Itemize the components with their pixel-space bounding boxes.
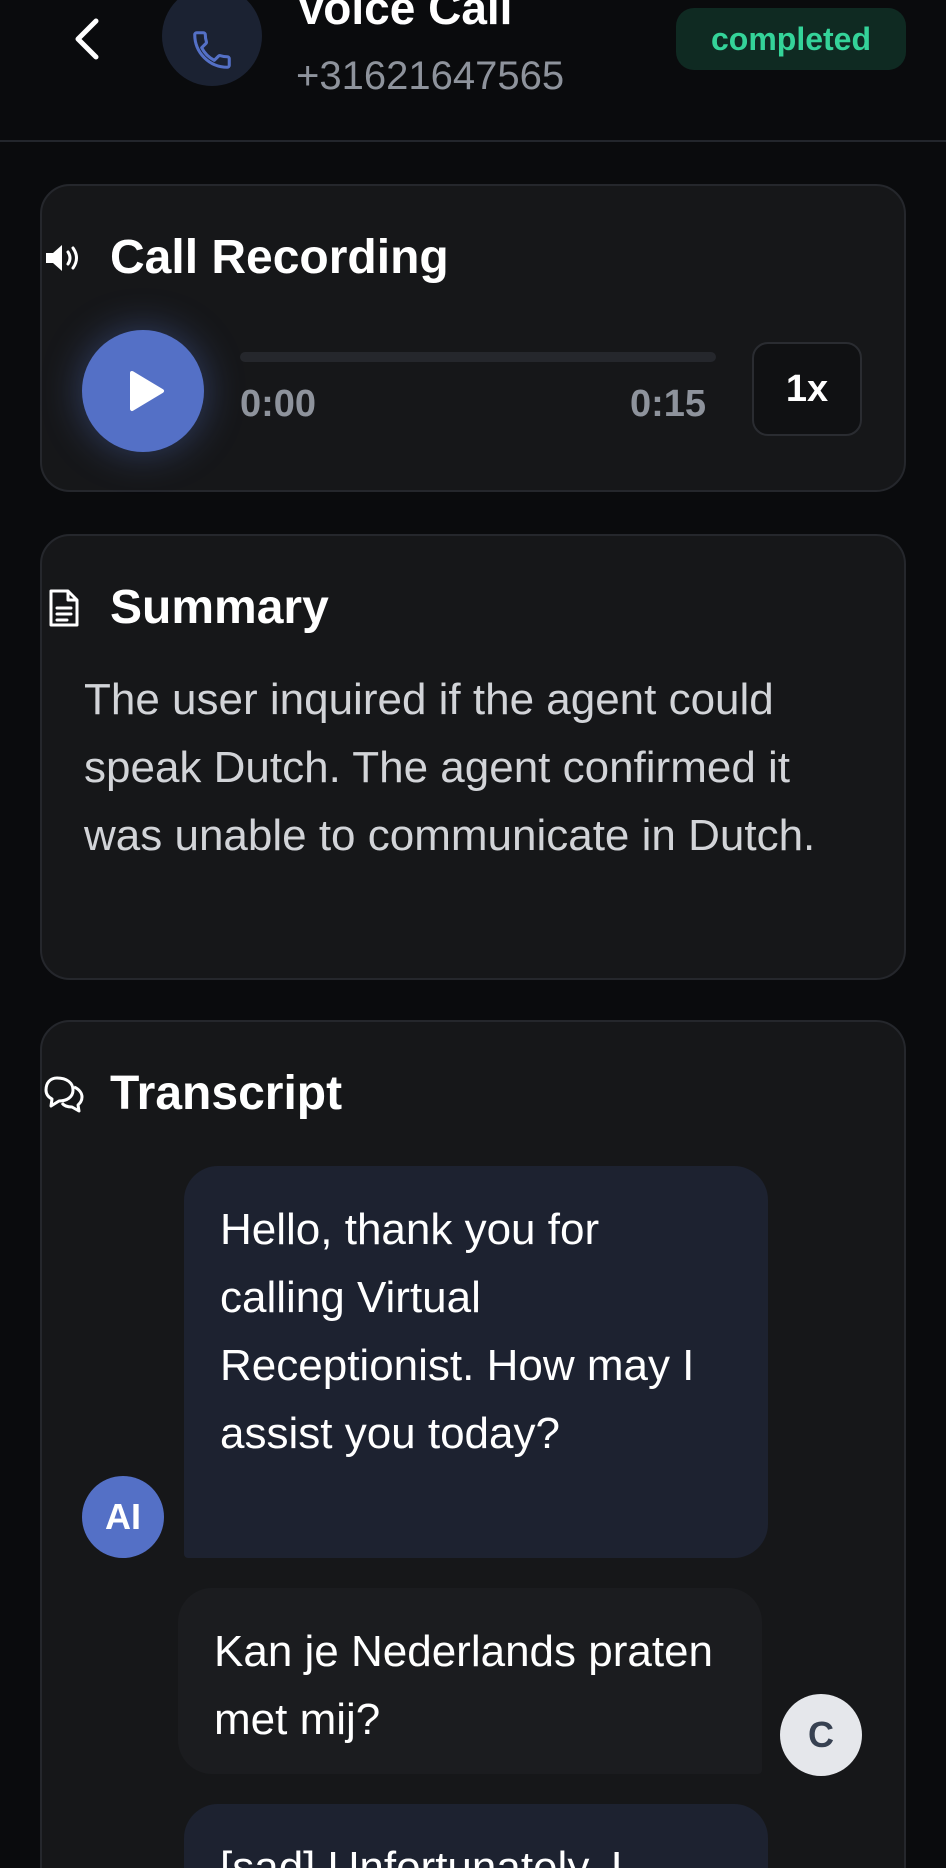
chevron-left-icon <box>75 18 99 60</box>
current-time: 0:00 <box>240 383 317 425</box>
recording-title: Call Recording <box>110 231 449 284</box>
user-avatar: C <box>780 1694 862 1776</box>
status-badge: completed <box>676 8 906 70</box>
summary-text: The user inquired if the agent could spe… <box>84 675 816 860</box>
audio-progress-bar[interactable] <box>240 352 716 362</box>
phone-icon <box>193 31 231 69</box>
back-button[interactable] <box>62 14 112 64</box>
summary-title: Summary <box>110 581 329 634</box>
transcript-title: Transcript <box>110 1067 343 1120</box>
summary-header: Summary <box>42 580 329 636</box>
message-bubble-agent: Hello, thank you for calling Virtual Rec… <box>184 1166 768 1558</box>
page-title: Voice Call <box>296 0 513 34</box>
speaker-icon <box>42 236 86 280</box>
header: Voice Call +31621647565 completed <box>0 0 946 142</box>
message-bubble-user: Kan je Nederlands praten met mij? <box>178 1588 762 1774</box>
recording-header: Call Recording <box>42 230 449 286</box>
play-button[interactable] <box>82 330 204 452</box>
document-icon <box>42 586 86 630</box>
call-type-avatar <box>162 0 262 86</box>
playback-speed-button[interactable]: 1x <box>752 342 862 436</box>
play-icon <box>130 371 164 411</box>
agent-avatar: AI <box>82 1476 164 1558</box>
message-bubble-agent: [sad] Unfortunately, I <box>184 1804 768 1868</box>
chat-bubbles-icon <box>42 1072 86 1116</box>
transcript-header: Transcript <box>42 1066 342 1122</box>
phone-number: +31621647565 <box>296 54 565 98</box>
total-time: 0:15 <box>630 383 707 425</box>
call-detail-screen: Voice Call +31621647565 completed Call R… <box>0 0 946 1868</box>
